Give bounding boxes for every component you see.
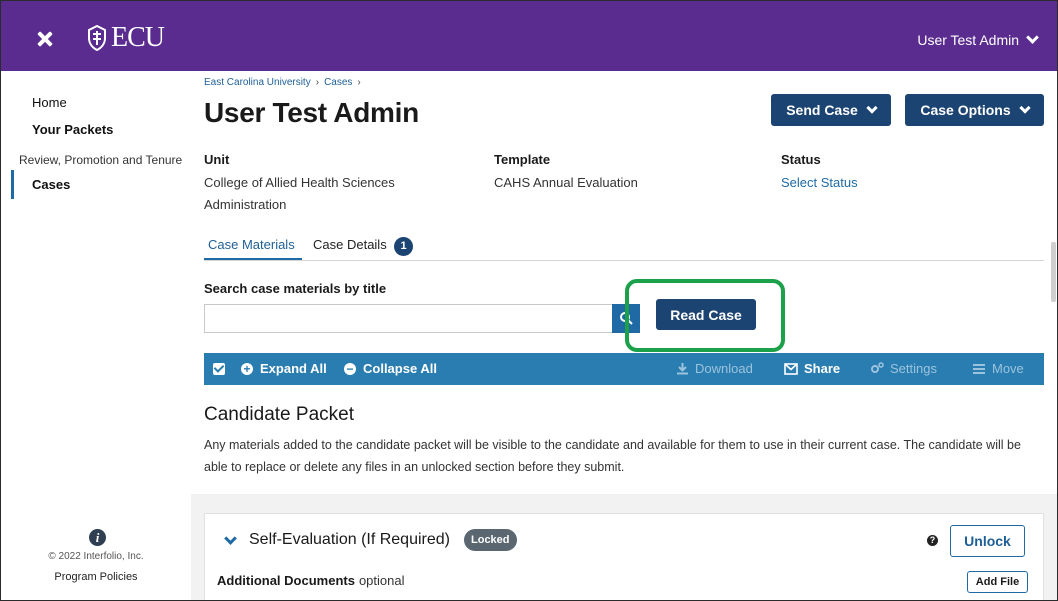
candidate-packet-heading: Candidate Packet xyxy=(204,404,354,425)
envelope-icon xyxy=(784,362,798,375)
sidebar-item-your-packets[interactable]: Your Packets xyxy=(32,122,113,137)
optional-label: optional xyxy=(358,573,405,588)
breadcrumb-separator: › xyxy=(357,77,361,88)
info-icon[interactable]: i xyxy=(89,529,106,546)
sidebar: Home Your Packets Review, Promotion and … xyxy=(1,71,191,600)
sidebar-item-home[interactable]: Home xyxy=(32,95,67,110)
chevron-down-icon xyxy=(866,101,878,114)
top-bar: ECU User Test Admin xyxy=(1,1,1057,71)
chevron-down-icon[interactable] xyxy=(224,532,237,545)
move-button[interactable]: Move xyxy=(972,361,1024,376)
tab-case-materials[interactable]: Case Materials xyxy=(208,237,295,256)
materials-toolbar: + Expand All − Collapse All Download Sha… xyxy=(204,353,1044,385)
active-indicator xyxy=(11,170,14,199)
section-title[interactable]: Self-Evaluation (If Required) xyxy=(249,531,450,549)
select-status-link[interactable]: Select Status xyxy=(781,172,858,194)
download-button[interactable]: Download xyxy=(676,361,753,376)
logo-text: ECU xyxy=(111,22,165,53)
collapse-all-label: Collapse All xyxy=(363,361,437,376)
case-options-button[interactable]: Case Options xyxy=(905,94,1044,126)
gears-icon xyxy=(871,362,884,373)
expand-all-button[interactable]: + Expand All xyxy=(241,361,327,376)
select-all-checkbox[interactable] xyxy=(213,363,225,375)
copyright-text: © 2022 Interfolio, Inc. xyxy=(48,551,144,562)
locked-badge: Locked xyxy=(464,529,517,551)
case-options-label: Case Options xyxy=(920,102,1011,118)
ecu-logo[interactable]: ECU xyxy=(85,22,165,53)
sidebar-item-cases[interactable]: Cases xyxy=(32,177,70,192)
additional-documents-title: Additional Documents xyxy=(217,573,355,588)
download-label: Download xyxy=(695,361,753,376)
additional-documents-label: Additional Documents optional xyxy=(217,573,405,588)
breadcrumb-item-cases[interactable]: Cases xyxy=(324,77,352,88)
chevron-down-icon xyxy=(1026,31,1039,44)
status-label: Status xyxy=(781,152,821,167)
send-case-button[interactable]: Send Case xyxy=(771,94,891,126)
tabs-divider xyxy=(204,260,1044,261)
plus-circle-icon: + xyxy=(241,362,253,375)
expand-all-label: Expand All xyxy=(260,361,327,376)
user-menu[interactable]: User Test Admin xyxy=(917,31,1039,48)
settings-button[interactable]: Settings xyxy=(870,361,937,376)
page-title: User Test Admin xyxy=(204,97,419,128)
move-label: Move xyxy=(992,361,1024,376)
template-value: CAHS Annual Evaluation xyxy=(494,175,638,190)
minus-circle-icon: − xyxy=(344,362,356,375)
breadcrumb-item-university[interactable]: East Carolina University xyxy=(204,77,311,88)
candidate-packet-description: Any materials added to the candidate pac… xyxy=(204,438,1021,474)
user-menu-label: User Test Admin xyxy=(917,32,1019,48)
template-label: Template xyxy=(494,152,551,167)
share-button[interactable]: Share xyxy=(784,361,840,376)
app-frame: ECU User Test Admin Home Your Packets Re… xyxy=(0,0,1058,601)
unlock-button[interactable]: Unlock xyxy=(950,525,1025,557)
section-card: Self-Evaluation (If Required) Locked ? U… xyxy=(204,513,1044,600)
read-case-button[interactable]: Read Case xyxy=(656,299,756,330)
search-input[interactable] xyxy=(204,304,613,333)
tab-case-details[interactable]: Case Details xyxy=(313,237,387,252)
collapse-all-button[interactable]: − Collapse All xyxy=(344,361,437,376)
unit-label: Unit xyxy=(204,152,230,167)
download-icon xyxy=(677,363,688,375)
close-icon[interactable] xyxy=(35,29,55,49)
help-icon[interactable]: ? xyxy=(927,535,938,546)
sidebar-item-review-promotion-tenure[interactable]: Review, Promotion and Tenure xyxy=(19,153,182,167)
move-list-icon xyxy=(973,363,985,374)
add-file-button[interactable]: Add File xyxy=(967,571,1028,593)
send-case-label: Send Case xyxy=(786,102,858,118)
breadcrumb-separator: › xyxy=(315,77,320,88)
share-label: Share xyxy=(804,361,841,376)
breadcrumb: East Carolina University › Cases › xyxy=(204,77,361,88)
case-details-count-badge: 1 xyxy=(394,237,413,256)
settings-label: Settings xyxy=(890,361,937,376)
ecu-crest-icon xyxy=(88,25,106,51)
program-policies-link[interactable]: Program Policies xyxy=(1,571,191,583)
scrollbar[interactable] xyxy=(1051,242,1056,302)
chevron-down-icon xyxy=(1018,101,1031,114)
unit-value: College of Allied Health Sciences Admini… xyxy=(204,175,395,212)
search-label: Search case materials by title xyxy=(204,281,387,296)
